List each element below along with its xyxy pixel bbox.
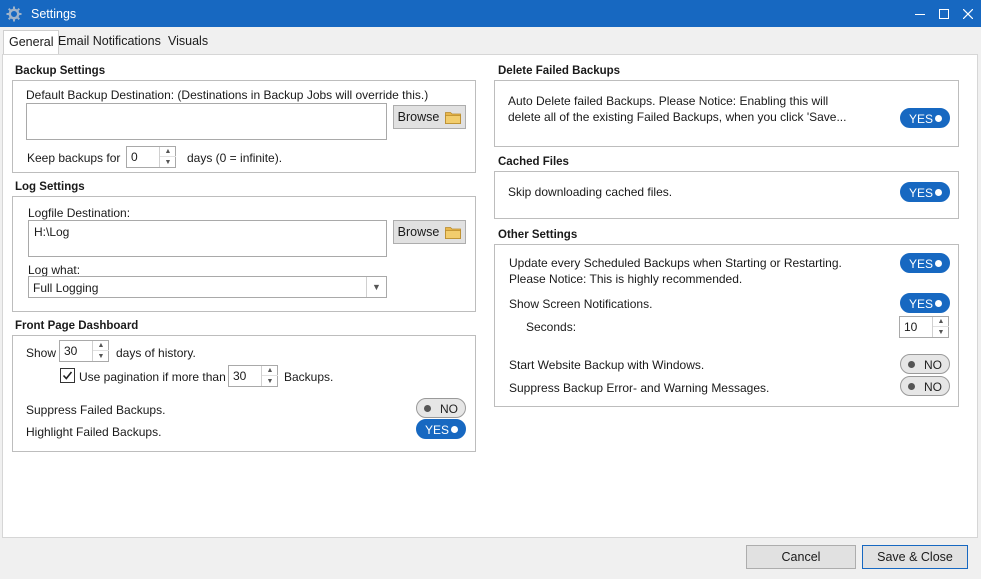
tab-strip: General Email Notifications Visuals [0,27,981,55]
stepper-down-icon[interactable]: ▼ [262,376,278,386]
log-what-label: Log what: [28,263,81,277]
title-bar: Settings [0,0,981,27]
save-close-label: Save & Close [877,550,953,564]
show-history-label: Show [26,346,57,360]
seconds-label: Seconds: [526,320,577,334]
stepper-up-icon[interactable]: ▲ [262,366,278,376]
update-scheduled-line2: Please Notice: This is highly recommende… [509,272,743,286]
stepper-down-icon[interactable]: ▼ [93,351,109,361]
minimize-icon [915,13,925,15]
save-close-button[interactable]: Save & Close [862,545,968,569]
toggle-label: YES [909,257,934,271]
log-what-value: Full Logging [33,281,99,295]
browse-label: Browse [397,110,440,124]
pagination-suffix: Backups. [284,370,334,384]
checkmark-icon [62,371,73,380]
toggle-label: YES [909,112,934,126]
show-history-suffix: days of history. [116,346,196,360]
toggle-label: NO [440,402,458,416]
screen-notifications-toggle[interactable]: YES [900,293,950,313]
keep-backups-suffix: days (0 = infinite). [187,151,283,165]
toggle-label: NO [924,358,942,372]
update-scheduled-toggle[interactable]: YES [900,253,950,273]
suppress-failed-label: Suppress Failed Backups. [26,403,166,417]
backup-destination-input[interactable] [26,103,387,140]
stepper-up-icon[interactable]: ▲ [93,341,109,351]
toggle-knob [935,189,942,196]
toggle-knob [908,383,915,390]
window-title: Settings [31,7,77,21]
pagination-checkbox[interactable] [60,368,75,383]
skip-cached-label: Skip downloading cached files. [508,185,673,199]
suppress-errors-toggle[interactable]: NO [900,376,950,396]
chevron-down-icon[interactable]: ▼ [366,277,386,297]
backup-destination-label: Default Backup Destination: (Destination… [26,88,429,102]
seconds-stepper[interactable]: 10 ▲ ▼ [899,316,949,338]
toggle-knob [935,260,942,267]
website-backup-toggle[interactable]: NO [900,354,950,374]
toggle-knob [451,426,458,433]
seconds-value: 10 [904,320,918,334]
stepper-up-icon[interactable]: ▲ [933,317,949,327]
suppress-failed-toggle[interactable]: NO [416,398,466,418]
backup-settings-title: Backup Settings [15,65,106,77]
screen-notifications-label: Show Screen Notifications. [509,297,653,311]
pagination-value: 30 [233,369,247,383]
stepper-up-icon[interactable]: ▲ [160,147,176,157]
close-button[interactable] [953,0,981,27]
delete-failed-notice-line2: delete all of the existing Failed Backup… [508,110,847,124]
toggle-knob [908,361,915,368]
cancel-button[interactable]: Cancel [746,545,856,569]
stepper-down-icon[interactable]: ▼ [160,157,176,167]
update-scheduled-line1: Update every Scheduled Backups when Star… [509,256,842,270]
keep-backups-stepper[interactable]: 0 ▲ ▼ [126,146,176,168]
folder-icon [445,226,462,239]
delete-failed-title: Delete Failed Backups [498,65,621,77]
cancel-label: Cancel [781,550,821,564]
keep-backups-label: Keep backups for [27,151,121,165]
toggle-label: YES [909,297,934,311]
tab-visuals[interactable]: Visuals [163,30,213,55]
log-settings-title: Log Settings [15,181,85,193]
toggle-knob [935,115,942,122]
history-days-value: 30 [64,344,78,358]
toggle-knob [424,405,431,412]
maximize-icon [939,8,949,19]
toggle-label: YES [909,186,934,200]
close-icon [963,8,973,19]
tab-email-notifications[interactable]: Email Notifications [53,30,166,55]
other-settings-title: Other Settings [498,229,578,241]
delete-failed-toggle[interactable]: YES [900,108,950,128]
logfile-destination-label: Logfile Destination: [28,206,131,220]
tab-general[interactable]: General [3,30,60,55]
delete-failed-notice-line1: Auto Delete failed Backups. Please Notic… [508,94,829,108]
logfile-destination-input[interactable]: H:\Log [28,220,387,257]
gear-icon [6,6,22,22]
toggle-label: NO [924,380,942,394]
history-days-stepper[interactable]: 30 ▲ ▼ [59,340,109,362]
highlight-failed-label: Highlight Failed Backups. [26,425,162,439]
suppress-errors-label: Suppress Backup Error- and Warning Messa… [509,381,770,395]
log-what-select[interactable]: Full Logging ▼ [28,276,387,298]
toggle-label: YES [425,423,450,437]
dashboard-title: Front Page Dashboard [15,320,139,332]
log-browse-button[interactable]: Browse [393,220,466,244]
highlight-failed-toggle[interactable]: YES [416,419,466,439]
skip-cached-toggle[interactable]: YES [900,182,950,202]
toggle-knob [935,300,942,307]
keep-backups-value: 0 [131,150,138,164]
website-backup-label: Start Website Backup with Windows. [509,358,705,372]
stepper-down-icon[interactable]: ▼ [933,327,949,337]
pagination-label: Use pagination if more than [79,370,226,384]
cached-files-title: Cached Files [498,156,569,168]
browse-label: Browse [397,225,440,239]
backup-browse-button[interactable]: Browse [393,105,466,129]
pagination-stepper[interactable]: 30 ▲ ▼ [228,365,278,387]
folder-icon [445,111,462,124]
